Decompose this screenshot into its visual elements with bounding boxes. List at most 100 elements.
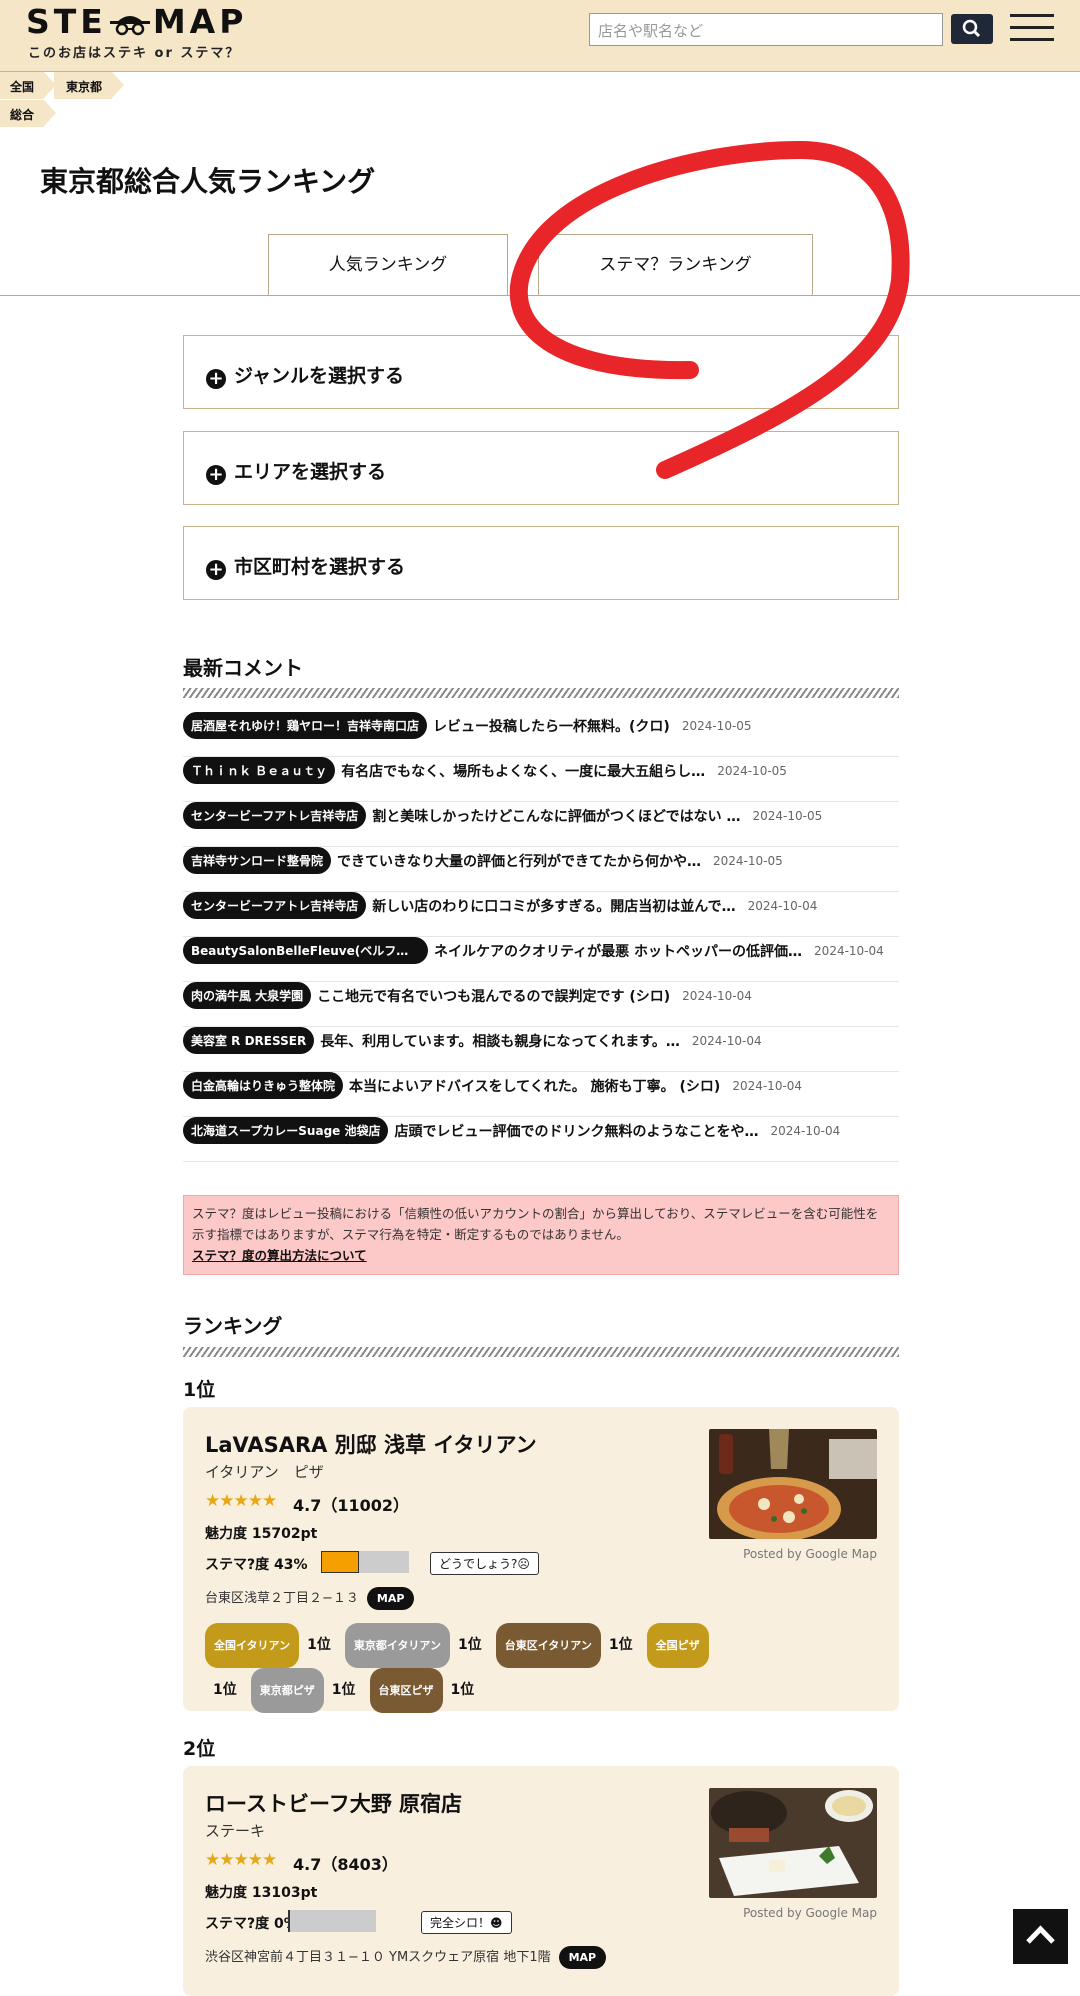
map-button[interactable]: MAP: [366, 1587, 415, 1610]
shop-name[interactable]: LaVASARA 別邸 浅草 イタリアン: [205, 1429, 537, 1459]
comment-date: 2024-10-04: [732, 1078, 803, 1093]
shop-photo[interactable]: [709, 1788, 877, 1898]
hat-glasses-icon: [109, 15, 150, 35]
city-select-button[interactable]: + 市区町村を選択する: [183, 526, 899, 600]
menu-icon[interactable]: [1010, 14, 1054, 44]
comment-date: 2024-10-05: [681, 718, 752, 733]
beef-photo-image: [709, 1788, 877, 1898]
search-input[interactable]: 店名や駅名など: [589, 13, 943, 46]
red-scribble-annotation: [509, 141, 910, 479]
comment-text[interactable]: ここ地元で有名でいつも混んでるので誤判定です (シロ): [317, 989, 670, 1005]
stema-degree-fill: [321, 1551, 359, 1573]
comment-text[interactable]: 新しい店のわりに口コミが多すぎる。開店当初は並んで…: [372, 899, 735, 915]
comment-item[interactable]: BeautySalonBelleFleuve(ベルフルー… ネイルケアのクオリティ…: [183, 937, 899, 982]
rank-label-1: 1位: [183, 1379, 216, 1401]
tab-popular-ranking[interactable]: 人気ランキング: [268, 234, 508, 296]
comment-text[interactable]: 店頭でレビュー評価でのドリンク無料のようなことをや…: [394, 1124, 758, 1140]
map-button[interactable]: MAP: [558, 1946, 607, 1969]
breadcrumb-item-tokyo[interactable]: 東京都: [54, 72, 124, 99]
comment-text[interactable]: レビュー投稿したら一杯無料。(クロ): [433, 719, 670, 735]
search-button[interactable]: [951, 14, 993, 44]
comment-text[interactable]: できていきなり大量の評価と行列ができてたから何かや…: [337, 854, 701, 870]
comment-text[interactable]: 本当によいアドバイスをしてくれた。 施術も丁寧。 (シロ): [349, 1079, 720, 1095]
shop-address: 渋谷区神宮前４丁目３１−１０ YMスクウェア原宿 地下1階 MAP: [205, 1946, 607, 1969]
latest-comments-heading: 最新コメント: [183, 656, 303, 680]
comment-text[interactable]: ネイルケアのクオリティが最悪 ホットペッパーの低評価…: [434, 944, 802, 960]
comment-shop-tag[interactable]: 北海道スープカレーSuage 池袋店: [183, 1117, 389, 1144]
charm-points: 魅力度 13103pt: [205, 1885, 318, 1901]
comment-item[interactable]: 北海道スープカレーSuage 池袋店 店頭でレビュー評価でのドリンク無料のようなこ…: [183, 1117, 899, 1162]
charm-points: 魅力度 15702pt: [205, 1526, 318, 1542]
category-rank: 1位: [608, 1637, 633, 1653]
section-divider: [183, 688, 899, 698]
stema-degree-label: ステマ?度 43%: [205, 1557, 308, 1573]
logo-tagline: このお店はステキ or ステマ？: [28, 46, 241, 61]
comment-date: 2024-10-04: [747, 898, 818, 913]
comment-item[interactable]: 白金高輪はりきゅう整体院 本当によいアドバイスをしてくれた。 施術も丁寧。 (シロ…: [183, 1072, 899, 1117]
search-icon: [962, 19, 981, 38]
stema-verdict-bubble: どうでしょう?☹: [430, 1552, 539, 1575]
genre-select-label: ジャンルを選択する: [234, 365, 405, 387]
genre-select-button[interactable]: + ジャンルを選択する: [183, 335, 899, 409]
comment-text[interactable]: 有名店でもなく、場所もよくなく、一度に最大五組らし…: [341, 764, 705, 780]
comment-item[interactable]: 吉祥寺サンロード整骨院 できていきなり大量の評価と行列ができてたから何かや… 202…: [183, 847, 899, 892]
shop-name[interactable]: ローストビーフ大野 原宿店: [205, 1788, 462, 1818]
stema-degree-fill: [288, 1910, 290, 1932]
comment-shop-tag[interactable]: 吉祥寺サンロード整骨院: [183, 847, 332, 874]
star-rating-icon: ★★★★★: [205, 1491, 277, 1511]
category-chip[interactable]: 東京都イタリアン: [344, 1623, 450, 1668]
section-divider: [183, 1347, 899, 1357]
comment-shop-tag[interactable]: 美容室 R DRESSER: [183, 1027, 315, 1054]
stema-verdict-bubble: 完全シロ！☻: [421, 1911, 512, 1934]
category-chip[interactable]: 台東区ピザ: [369, 1668, 443, 1713]
photo-credit: Posted by Google Map: [743, 1906, 877, 1920]
ranking-heading: ランキング: [183, 1314, 283, 1338]
rating-value: 4.7（11002）: [293, 1496, 410, 1515]
comment-date: 2024-10-05: [717, 763, 787, 778]
category-rank: 1位: [213, 1682, 237, 1698]
chevron-up-icon: [1026, 1925, 1055, 1944]
comment-shop-tag[interactable]: 肉の満牛風 大泉学園: [183, 982, 312, 1009]
comment-shop-tag[interactable]: センタービーフアトレ吉祥寺店: [183, 892, 367, 919]
category-rank: 1位: [458, 1637, 482, 1653]
page-title: 東京都総合人気ランキング: [40, 165, 376, 198]
comment-item[interactable]: 居酒屋それゆけ！鶏ヤロー！吉祥寺南口店 レビュー投稿したら一杯無料。(クロ) 202…: [183, 712, 899, 757]
address-text: 台東区浅草２丁目２−１３: [205, 1591, 359, 1606]
stema-calc-link[interactable]: ステマ？度の算出方法について: [192, 1248, 367, 1263]
comment-shop-tag[interactable]: Ｔｈｉｎｋ Ｂｅａｕｔｙ: [183, 757, 336, 784]
breadcrumb-item-national[interactable]: 全国: [0, 72, 56, 99]
stema-notice: ステマ？度はレビュー投稿における「信頼性の低いアカウントの割合」から算出しており…: [183, 1195, 899, 1275]
comment-text[interactable]: 長年、利用しています。相談も親身になってくれます。…: [320, 1034, 680, 1050]
ranking-card-2[interactable]: ローストビーフ大野 原宿店 ステーキ ★★★★★ 4.7（8403） 魅力度 1…: [183, 1766, 899, 1996]
site-logo[interactable]: STE MAP このお店はステキ or ステマ？: [26, 4, 247, 62]
plus-circle-icon: +: [206, 369, 226, 389]
comment-shop-tag[interactable]: 居酒屋それゆけ！鶏ヤロー！吉祥寺南口店: [183, 712, 428, 739]
comment-item[interactable]: センタービーフアトレ吉祥寺店 割と美味しかったけどこんなに評価がつくほどではない …: [183, 802, 899, 847]
comment-text[interactable]: 割と美味しかったけどこんなに評価がつくほどではない …: [372, 809, 740, 825]
breadcrumb-item-overall: 総合: [0, 100, 56, 127]
comment-date: 2024-10-05: [752, 808, 823, 823]
stema-degree-bar: [288, 1910, 376, 1932]
area-select-button[interactable]: + エリアを選択する: [183, 431, 899, 505]
comment-date: 2024-10-04: [682, 988, 752, 1003]
comment-item[interactable]: Ｔｈｉｎｋ Ｂｅａｕｔｙ 有名店でもなく、場所もよくなく、一度に最大五組らし… 20…: [183, 757, 899, 802]
comment-item[interactable]: 肉の満牛風 大泉学園 ここ地元で有名でいつも混んでるので誤判定です (シロ) 202…: [183, 982, 899, 1027]
photo-credit: Posted by Google Map: [743, 1547, 877, 1561]
category-chip[interactable]: 全国イタリアン: [205, 1623, 300, 1668]
category-chip[interactable]: 東京都ピザ: [250, 1668, 324, 1713]
category-chip[interactable]: 台東区イタリアン: [495, 1623, 601, 1668]
tab-stema-ranking[interactable]: ステマ？ランキング: [538, 234, 813, 296]
shop-photo[interactable]: [709, 1429, 877, 1539]
back-to-top-button[interactable]: [1013, 1909, 1068, 1964]
category-chip[interactable]: 全国ピザ: [646, 1623, 709, 1668]
ranking-card-1[interactable]: LaVASARA 別邸 浅草 イタリアン イタリアン ピザ ★★★★★ 4.7（…: [183, 1407, 899, 1713]
comment-item[interactable]: 美容室 R DRESSER 長年、利用しています。相談も親身になってくれます。… 2…: [183, 1027, 899, 1072]
comment-shop-tag[interactable]: BeautySalonBelleFleuve(ベルフルー…: [183, 937, 428, 964]
comment-date: 2024-10-04: [770, 1123, 841, 1138]
comment-shop-tag[interactable]: 白金高輪はりきゅう整体院: [183, 1072, 344, 1099]
stema-degree-bar: [321, 1551, 409, 1573]
comment-shop-tag[interactable]: センタービーフアトレ吉祥寺店: [183, 802, 367, 829]
rank-label-2: 2位: [183, 1738, 216, 1760]
comment-item[interactable]: センタービーフアトレ吉祥寺店 新しい店のわりに口コミが多すぎる。開店当初は並んで……: [183, 892, 899, 937]
address-text: 渋谷区神宮前４丁目３１−１０ YMスクウェア原宿 地下1階: [205, 1950, 551, 1965]
